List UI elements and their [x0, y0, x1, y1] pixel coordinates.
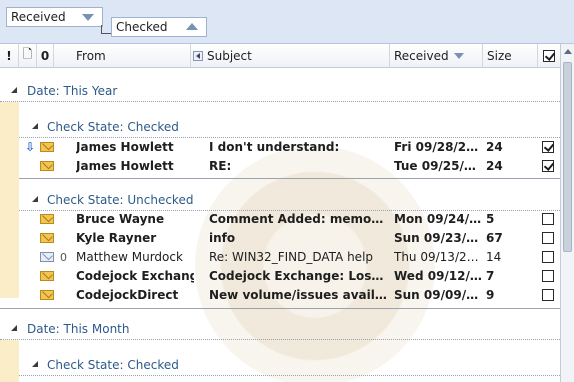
group-label: Check State: Checked: [47, 358, 179, 372]
column-size-label: Size: [487, 48, 512, 63]
group-divider: [19, 178, 560, 179]
subject-cell: info: [209, 231, 236, 245]
paperclip-icon: 0: [60, 251, 67, 264]
row-checkbox[interactable]: [542, 270, 554, 282]
message-row[interactable]: 0 Matthew Murdock Re: WIN32_FIND_DATA he…: [0, 248, 560, 267]
subject-cell: RE:: [209, 159, 232, 173]
group-row-unchecked[interactable]: Check State: Unchecked: [19, 189, 560, 211]
row-checkbox[interactable]: [542, 232, 554, 244]
row-checkbox[interactable]: [542, 141, 554, 153]
group-label: Date: This Month: [27, 322, 130, 336]
received-cell: Sun 09/23/20...: [394, 231, 482, 245]
group-chip-label: Received: [11, 10, 66, 24]
message-row[interactable]: Bruce Wayne Comment Added: memory lea...…: [0, 210, 560, 229]
size-cell: 24: [486, 140, 503, 154]
subject-cell: Codejock Exchange: Lost Mem...: [209, 269, 387, 283]
collapse-preview-icon[interactable]: [193, 50, 203, 61]
from-cell: James Howlett: [76, 140, 174, 154]
group-chip-label: Checked: [116, 20, 168, 34]
message-row[interactable]: James Howlett RE: Tue 09/25/20... 24: [0, 157, 560, 176]
sort-up-icon: [186, 23, 198, 30]
group-chip-received[interactable]: Received: [6, 7, 103, 27]
received-cell: Tue 09/25/20...: [394, 159, 482, 173]
group-row-checked[interactable]: Check State: Checked: [19, 116, 560, 138]
envelope-unread-icon: [40, 233, 54, 243]
group-row-date-this-year[interactable]: Date: This Year: [0, 80, 560, 102]
from-cell: James Howlett: [76, 159, 174, 173]
received-cell: Fri 09/28/201...: [394, 140, 482, 154]
group-label: Date: This Year: [27, 84, 118, 98]
row-checkbox[interactable]: [542, 160, 554, 172]
from-cell: CodejockDirect: [76, 288, 179, 302]
column-from-label: From: [76, 48, 106, 63]
group-row-checked-month[interactable]: Check State: Checked: [19, 354, 560, 376]
group-chip-checked[interactable]: Checked: [111, 17, 207, 37]
group-by-box: Received Checked: [0, 0, 574, 44]
group-label: Check State: Checked: [47, 120, 179, 134]
importance-icon: !: [6, 48, 12, 63]
subject-cell: I don't understand:: [209, 140, 340, 154]
column-from[interactable]: From: [54, 44, 191, 67]
group-divider: [0, 308, 560, 309]
size-cell: 14: [486, 250, 502, 264]
message-row[interactable]: Codejock Exchange (h Codejock Exchange: …: [0, 267, 560, 286]
from-cell: Kyle Rayner: [76, 231, 157, 245]
group-label: Check State: Unchecked: [47, 193, 194, 207]
message-row[interactable]: Kyle Rayner info Sun 09/23/20... 67: [0, 229, 560, 248]
from-cell: Codejock Exchange (h: [76, 269, 194, 283]
message-list: Date: This Year Check State: Checked ⇩ J…: [0, 68, 560, 382]
row-checkbox[interactable]: [542, 289, 554, 301]
column-subject[interactable]: Subject: [191, 44, 390, 67]
size-cell: 5: [486, 212, 495, 226]
column-received-label: Received: [394, 48, 449, 63]
received-cell: Thu 09/13/201...: [394, 250, 482, 264]
group-connector: [101, 25, 111, 34]
message-row[interactable]: ⇩ James Howlett I don't understand: Fri …: [0, 138, 560, 157]
scroll-up-icon[interactable]: [564, 49, 572, 54]
envelope-unread-icon: [40, 271, 54, 281]
size-cell: 9: [486, 288, 495, 302]
group-row-date-this-month[interactable]: Date: This Month: [0, 318, 560, 340]
envelope-unread-icon: [40, 161, 54, 171]
column-header: ! 🗋 0 From Subject Received Size: [0, 44, 560, 68]
subject-cell: Re: WIN32_FIND_DATA help: [209, 250, 374, 264]
column-importance[interactable]: !: [0, 44, 19, 67]
paperclip-icon: 0: [40, 48, 50, 63]
column-checked[interactable]: [538, 44, 560, 67]
sort-down-icon: [82, 14, 94, 21]
arrow-down-icon: ⇩: [25, 140, 36, 154]
received-cell: Sun 09/09/20...: [394, 288, 482, 302]
envelope-read-icon: [40, 252, 54, 262]
size-cell: 24: [486, 159, 503, 173]
row-checkbox[interactable]: [542, 213, 554, 225]
size-cell: 67: [486, 231, 503, 245]
sort-down-icon: [454, 53, 464, 59]
row-checkbox[interactable]: [542, 251, 554, 263]
received-cell: Wed 09/12/2...: [394, 269, 482, 283]
column-size[interactable]: Size: [483, 44, 538, 67]
checkbox-header-icon: [543, 49, 555, 62]
column-received[interactable]: Received: [390, 44, 483, 67]
column-subject-label: Subject: [207, 48, 252, 63]
column-attachment[interactable]: 0: [37, 44, 54, 67]
scroll-thumb[interactable]: [563, 62, 572, 252]
from-cell: Bruce Wayne: [76, 212, 165, 226]
message-row[interactable]: CodejockDirect New volume/issues availab…: [0, 286, 560, 305]
group-indent-bar: [0, 340, 19, 382]
size-cell: 7: [486, 269, 495, 283]
envelope-unread-icon: [40, 142, 54, 152]
document-icon: 🗋: [22, 47, 33, 61]
subject-cell: Comment Added: memory lea...: [209, 212, 387, 226]
envelope-unread-icon: [40, 214, 54, 224]
vertical-scrollbar[interactable]: [560, 44, 574, 382]
received-cell: Mon 09/24/20...: [394, 212, 482, 226]
column-icon[interactable]: 🗋: [19, 44, 37, 67]
from-cell: Matthew Murdock: [76, 250, 183, 264]
envelope-unread-icon: [40, 290, 54, 300]
subject-cell: New volume/issues available o...: [209, 288, 387, 302]
